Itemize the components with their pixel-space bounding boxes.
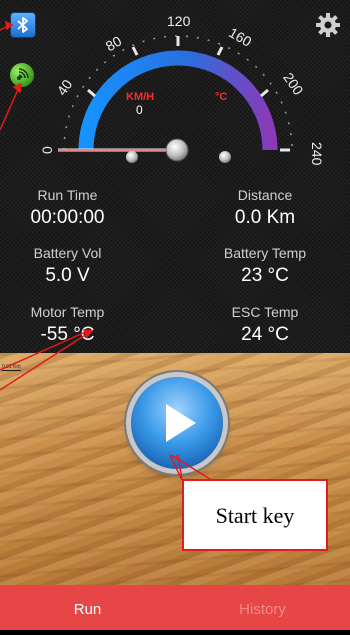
run-time-value: 00:00:00 xyxy=(30,207,105,228)
motor-temp-label: Motor Temp xyxy=(30,304,105,320)
connection-status-button[interactable] xyxy=(10,63,34,87)
tick-label: 160 xyxy=(226,24,254,50)
start-button[interactable] xyxy=(131,377,223,469)
run-time-label: Run Time xyxy=(37,187,98,203)
tab-bar: Run History xyxy=(0,585,350,630)
tick-label: 0 xyxy=(39,146,55,154)
battery-vol-label: Battery Vol xyxy=(33,245,102,261)
speed-arc xyxy=(78,50,278,151)
tab-run[interactable]: Run xyxy=(0,585,175,630)
tick-label: 200 xyxy=(280,69,307,97)
play-icon xyxy=(166,404,196,442)
tick-label: 80 xyxy=(103,33,125,55)
tick-label: 120 xyxy=(167,13,191,29)
motor-temp-value: -55 °C xyxy=(40,324,95,345)
map-scale: 0.01 Km xyxy=(2,364,21,371)
tick-label: 240 xyxy=(309,142,325,166)
distance-label: Distance xyxy=(237,187,293,203)
tab-history[interactable]: History xyxy=(175,585,350,630)
screw-icon xyxy=(219,151,231,163)
battery-temp-label: Battery Temp xyxy=(223,245,307,261)
speedometer-gauge: 0 40 80 120 160 200 240 xyxy=(39,13,325,166)
battery-vol-value: 5.0 V xyxy=(45,265,90,286)
speed-value: 0 xyxy=(136,103,143,117)
speed-unit: KM/H xyxy=(126,91,155,103)
bluetooth-icon xyxy=(17,17,28,33)
screw-icon xyxy=(126,151,138,163)
distance-value: 0.0 Km xyxy=(234,207,296,228)
callout-text: Start key xyxy=(215,503,295,528)
gear-icon[interactable] xyxy=(314,11,342,39)
tick-label: 40 xyxy=(53,76,75,98)
battery-temp-value: 23 °C xyxy=(241,265,289,286)
needle-hub xyxy=(165,138,189,162)
bluetooth-button[interactable] xyxy=(11,13,35,37)
esc-temp-label: ESC Temp xyxy=(231,304,299,320)
start-key-callout: Start key xyxy=(182,479,328,551)
dashboard-panel: 0 40 80 120 160 200 240 KM/H 0 °C Run Ti… xyxy=(0,0,350,353)
signal-icon xyxy=(17,68,29,80)
esc-temp-value: 24 °C xyxy=(241,324,289,345)
temp-unit: °C xyxy=(215,91,228,103)
